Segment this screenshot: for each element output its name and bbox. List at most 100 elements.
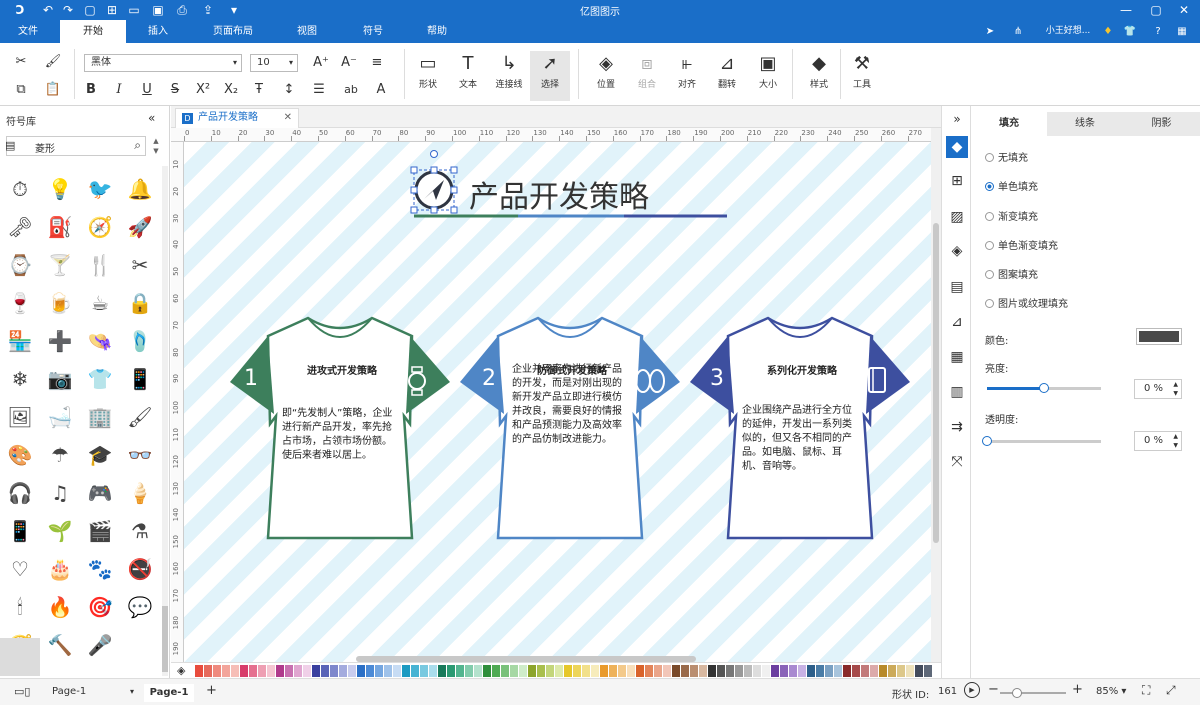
minimize-icon[interactable]: —: [1118, 2, 1134, 18]
zoom-in-icon[interactable]: +: [1072, 682, 1083, 697]
palette-swatch[interactable]: [798, 665, 806, 677]
library-symbol-icon[interactable]: 🏢: [85, 402, 115, 432]
menu-file[interactable]: 文件: [6, 20, 50, 43]
palette-swatch[interactable]: [276, 665, 284, 677]
palette-swatch[interactable]: [492, 665, 500, 677]
zoom-level[interactable]: 85% ▾: [1096, 686, 1126, 697]
palette-swatch[interactable]: [204, 665, 212, 677]
text-case-icon[interactable]: Ŧ: [248, 79, 270, 101]
grid-panel-icon[interactable]: ⊞: [946, 170, 968, 192]
zoom-slider-knob[interactable]: [1012, 688, 1022, 698]
library-symbol-icon[interactable]: ⏱: [5, 174, 35, 204]
palette-swatch[interactable]: [753, 665, 761, 677]
library-symbol-icon[interactable]: 🎂: [45, 554, 75, 584]
palette-swatch[interactable]: [744, 665, 752, 677]
radio-no-fill[interactable]: 无填充: [985, 149, 1028, 164]
font-shrink-icon[interactable]: A⁻: [338, 52, 360, 74]
radio-mono-gradient-fill[interactable]: 单色渐变填充: [985, 237, 1058, 252]
tab-fill[interactable]: 填充: [971, 112, 1047, 136]
palette-swatch[interactable]: [843, 665, 851, 677]
transparency-slider-knob[interactable]: [982, 436, 992, 446]
palette-swatch[interactable]: [330, 665, 338, 677]
strikethrough-icon[interactable]: S: [164, 79, 186, 101]
palette-swatch[interactable]: [600, 665, 608, 677]
close-tab-icon[interactable]: ✕: [284, 109, 292, 127]
palette-swatch[interactable]: [915, 665, 923, 677]
flip-button[interactable]: ⊿ 翻转: [707, 51, 747, 90]
library-symbol-icon[interactable]: ♫: [45, 478, 75, 508]
text-style-icon[interactable]: ab: [340, 79, 362, 101]
palette-swatch[interactable]: [285, 665, 293, 677]
menu-help[interactable]: 帮助: [414, 20, 460, 43]
image-panel-icon[interactable]: ▨: [946, 206, 968, 228]
table-panel-icon[interactable]: ▦: [946, 346, 968, 368]
library-symbol-icon[interactable]: ❄: [5, 364, 35, 394]
palette-swatch[interactable]: [672, 665, 680, 677]
palette-swatch[interactable]: [780, 665, 788, 677]
palette-swatch[interactable]: [375, 665, 383, 677]
library-symbol-icon[interactable]: 🌱: [45, 516, 75, 546]
position-button[interactable]: ◈ 位置: [586, 51, 626, 90]
library-symbol-icon[interactable]: 🛁: [45, 402, 75, 432]
text-align-icon[interactable]: ≡: [366, 52, 388, 74]
palette-swatch[interactable]: [852, 665, 860, 677]
zoom-out-icon[interactable]: −: [988, 682, 999, 697]
library-symbol-icon[interactable]: 🗝: [5, 212, 35, 242]
palette-swatch[interactable]: [249, 665, 257, 677]
palette-swatch[interactable]: [483, 665, 491, 677]
palette-swatch[interactable]: [555, 665, 563, 677]
close-icon[interactable]: ✕: [1176, 2, 1192, 18]
menu-page-layout[interactable]: 页面布局: [198, 20, 268, 43]
user-name[interactable]: 小王好想...: [1036, 20, 1100, 43]
palette-swatch[interactable]: [366, 665, 374, 677]
palette-swatch[interactable]: [510, 665, 518, 677]
palette-swatch[interactable]: [429, 665, 437, 677]
radio-texture-fill[interactable]: 图片或纹理填充: [985, 295, 1068, 310]
library-symbol-icon[interactable]: 🎬: [85, 516, 115, 546]
library-symbol-icon[interactable]: 🚀: [125, 212, 155, 242]
transparency-spinner[interactable]: 0 % ▲ ▼: [1134, 431, 1182, 451]
palette-swatch[interactable]: [789, 665, 797, 677]
palette-swatch[interactable]: [546, 665, 554, 677]
library-menu-icon[interactable]: ▤: [5, 139, 15, 152]
library-symbol-icon[interactable]: 🔥: [45, 592, 75, 622]
fullscreen-icon[interactable]: ⤢: [1166, 683, 1176, 698]
color-picker[interactable]: [1136, 328, 1182, 345]
tab-line[interactable]: 线条: [1047, 112, 1123, 136]
share-icon[interactable]: ⋔: [1010, 20, 1026, 43]
library-symbol-icon[interactable]: 🔨: [45, 630, 75, 660]
palette-swatch[interactable]: [924, 665, 932, 677]
palette-swatch[interactable]: [726, 665, 734, 677]
library-symbol-icon[interactable]: 🍷: [5, 288, 35, 318]
radio-solid-fill[interactable]: 单色填充: [985, 178, 1038, 193]
library-symbol-icon[interactable]: 📱: [5, 516, 35, 546]
library-symbol-icon[interactable]: ☕: [85, 288, 115, 318]
palette-swatch[interactable]: [420, 665, 428, 677]
palette-swatch[interactable]: [411, 665, 419, 677]
palette-swatch[interactable]: [816, 665, 824, 677]
canvas-horizontal-scrollbar[interactable]: [356, 656, 696, 662]
library-symbol-icon[interactable]: 🎤: [85, 630, 115, 660]
library-symbol-icon[interactable]: 🕯: [5, 592, 35, 622]
shirt-3-body[interactable]: 企业围绕产品进行全方位的延伸，开发出一系列类似的，但又各不相同的产品。如电脑、鼠…: [742, 404, 860, 474]
palette-swatch[interactable]: [195, 665, 203, 677]
export-panel-icon[interactable]: ⇉: [946, 416, 968, 438]
shirt-3-title[interactable]: 系列化开发策略: [752, 362, 852, 377]
bullet-list-icon[interactable]: ☰: [308, 79, 330, 101]
subscript-icon[interactable]: X₂: [220, 79, 242, 101]
library-symbol-icon[interactable]: ♡: [5, 554, 35, 584]
library-symbol-icon[interactable]: 👓: [125, 440, 155, 470]
palette-swatch[interactable]: [879, 665, 887, 677]
shirt-2-body[interactable]: 企业并不率先进行新产品的开发，而是对刚出现的新开发产品立即进行模仿并改良，需要良…: [512, 363, 630, 447]
library-symbol-icon[interactable]: 📷: [45, 364, 75, 394]
library-symbol-icon[interactable]: 🍦: [125, 478, 155, 508]
library-search-box[interactable]: ▤ 菱形 ⌕: [5, 136, 146, 156]
fill-panel-icon[interactable]: ◆: [946, 136, 968, 158]
shirt-skin-icon[interactable]: 👕: [1122, 20, 1138, 43]
library-symbol-icon[interactable]: ⛽: [45, 212, 75, 242]
palette-swatch[interactable]: [294, 665, 302, 677]
library-symbol-icon[interactable]: 🎧: [5, 478, 35, 508]
palette-swatch[interactable]: [663, 665, 671, 677]
library-search-input[interactable]: 菱形: [35, 140, 55, 155]
text-tool-button[interactable]: T 文本: [448, 51, 488, 90]
